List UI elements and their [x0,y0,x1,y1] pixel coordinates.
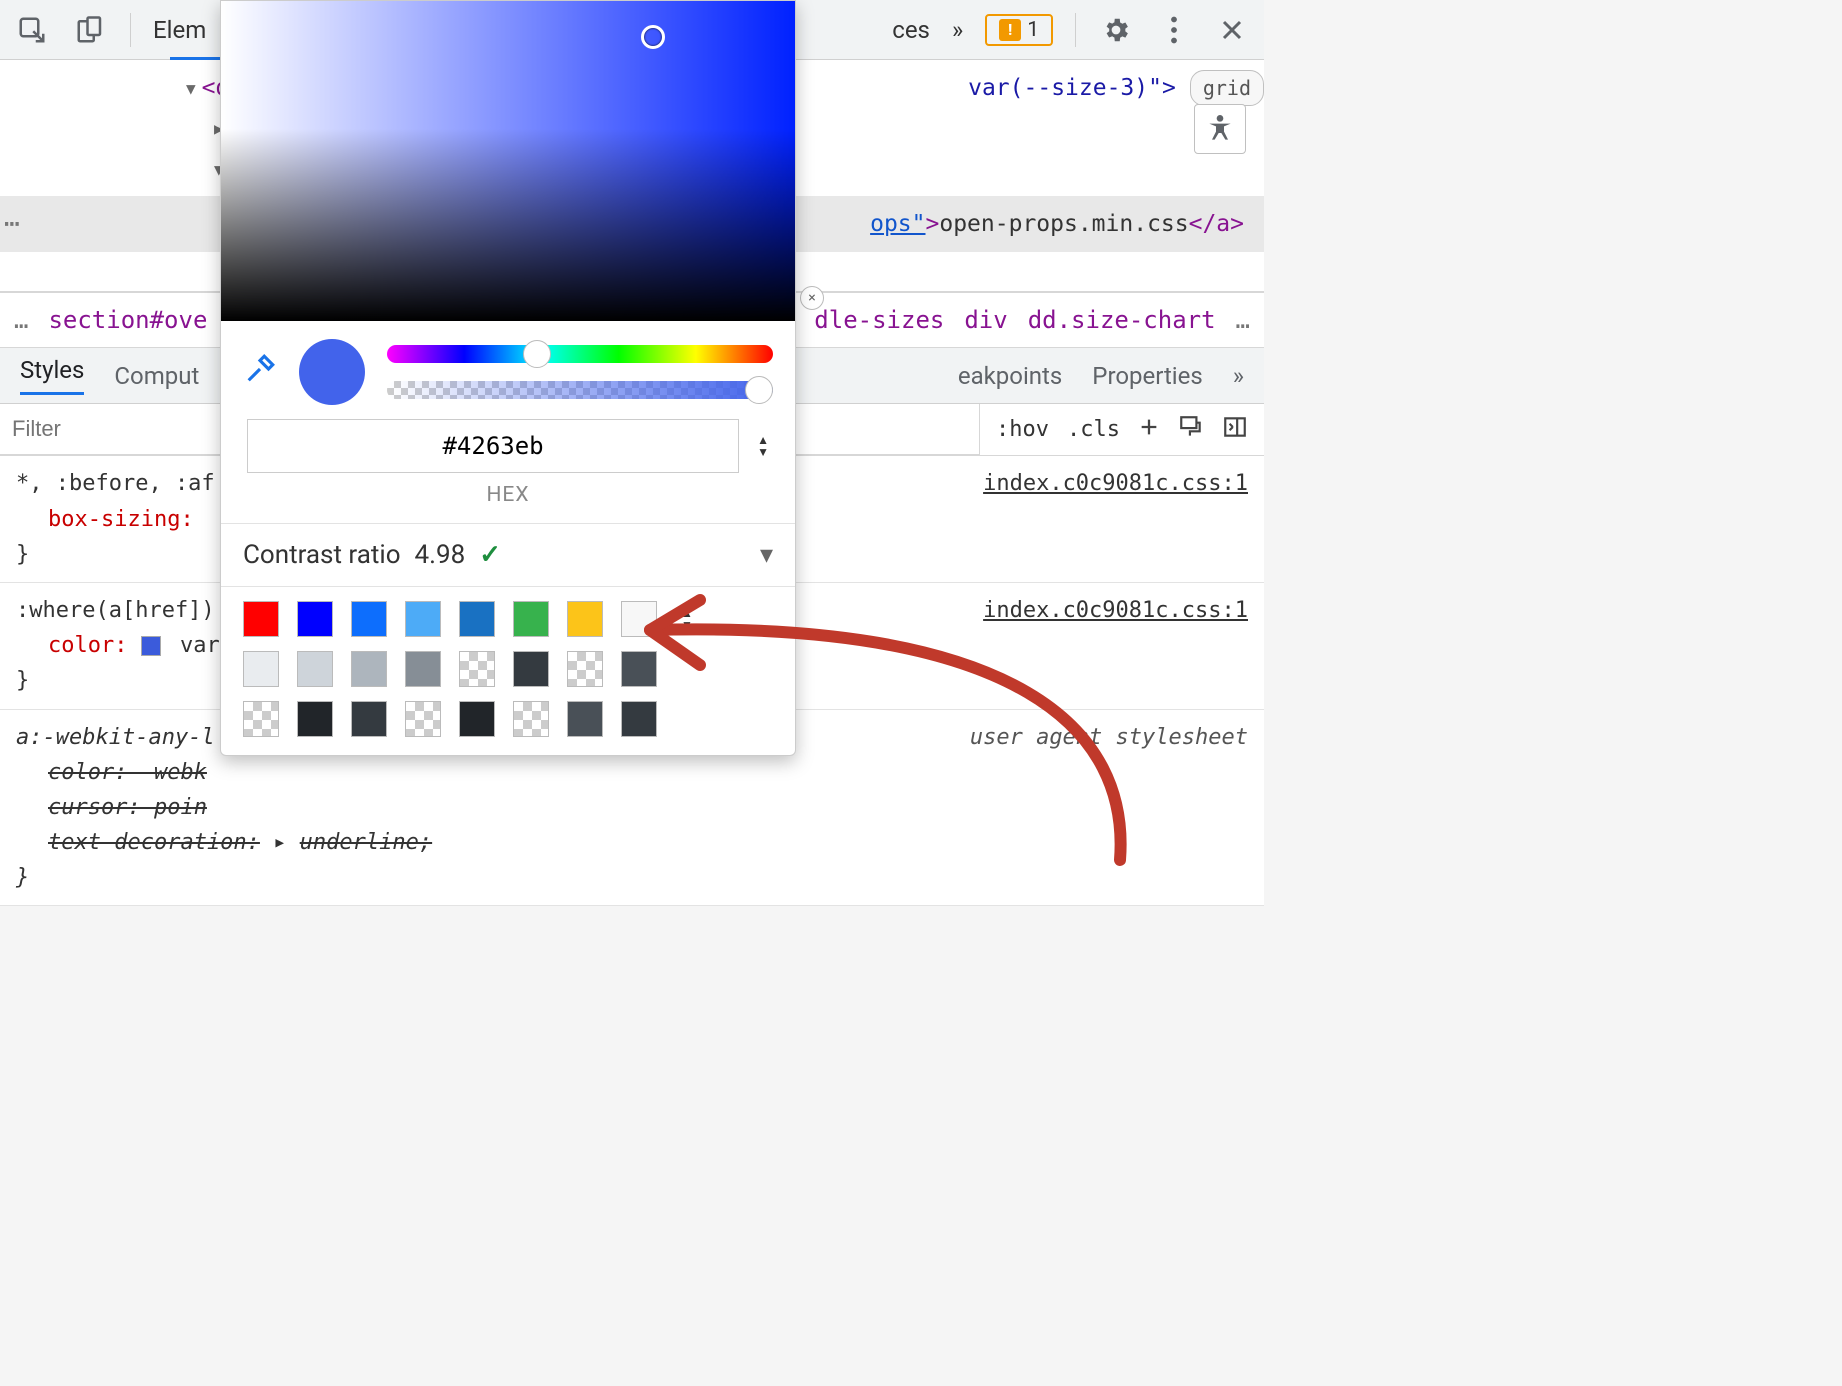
tabs-overflow[interactable]: » [952,16,963,44]
palette-swatch[interactable] [621,701,657,737]
shorthand-expand-icon[interactable]: ▸ [273,830,286,855]
contrast-label: Contrast ratio [243,540,401,570]
tab-elements[interactable]: Elem [153,16,206,44]
color-swatch-icon[interactable] [141,636,161,656]
palette-swatch[interactable] [405,601,441,637]
current-color-swatch [299,339,365,405]
overflow-dots: ⋯ [4,204,22,246]
cls-toggle[interactable]: .cls [1067,417,1120,442]
check-icon: ✓ [479,540,501,570]
kebab-menu-icon[interactable] [1156,12,1192,48]
dom-href-partial: ops" [870,206,925,243]
dom-text: open-props.min.css [939,206,1188,243]
swatch-row [243,651,773,687]
toolbar-divider [1075,13,1076,47]
rule-ua-label: user agent stylesheet [970,720,1248,755]
css-prop-value: underline; [300,830,432,855]
swatch-row [243,701,773,737]
palette-swatch[interactable] [351,701,387,737]
crumb-item[interactable]: div [964,306,1007,334]
hue-knob[interactable] [523,340,551,368]
issues-count: 1 [1027,18,1039,42]
palette-swatch[interactable] [459,701,495,737]
subtabs-overflow[interactable]: » [1233,362,1244,390]
color-value-input[interactable] [247,419,739,473]
palette-swatch[interactable] [513,701,549,737]
palette-swatch[interactable] [567,651,603,687]
inspect-icon[interactable] [14,12,50,48]
device-toggle-icon[interactable] [72,12,108,48]
paint-icon[interactable] [1178,414,1204,446]
palette-swatch[interactable] [459,651,495,687]
palette-swatch[interactable] [243,651,279,687]
palette-swatch[interactable] [567,601,603,637]
palette-swatch[interactable] [297,651,333,687]
css-prop-overridden: cursor: poin [48,790,1248,825]
dom-attr-value: var(--size-3)"> [968,70,1176,107]
warning-icon: ! [999,19,1021,41]
crumb-overflow-left[interactable]: … [14,306,28,334]
css-prop-value[interactable]: var [180,633,220,658]
dom-gt: > [926,206,940,243]
saturation-value-field[interactable] [221,1,795,321]
subtab-breakpoints[interactable]: eakpoints [958,362,1062,390]
close-icon[interactable] [1214,12,1250,48]
palette-swatch[interactable] [459,601,495,637]
alpha-slider[interactable] [387,381,773,399]
sv-handle[interactable] [641,25,665,49]
palette-swatch[interactable] [405,701,441,737]
palette-swatch[interactable] [297,601,333,637]
contrast-expand-icon[interactable]: ▾ [760,540,773,570]
swatch-row: ▲▼ [243,601,773,637]
settings-gear-icon[interactable] [1098,12,1134,48]
new-rule-plus-icon[interactable] [1138,416,1160,444]
css-prop-name[interactable]: color: [48,633,127,658]
crumb-item[interactable]: dle-sizes [814,306,944,334]
issues-badge[interactable]: ! 1 [985,14,1053,46]
subtab-computed[interactable]: Comput [114,362,199,390]
alpha-knob[interactable] [745,376,773,404]
css-prop-name: text-decoration: [48,830,260,855]
color-format-label: HEX [221,477,795,523]
palette-swatch[interactable] [513,651,549,687]
palette-swatch[interactable] [243,701,279,737]
close-pill-icon[interactable]: × [800,286,824,310]
subtab-properties[interactable]: Properties [1092,362,1202,390]
contrast-ratio-row[interactable]: Contrast ratio 4.98 ✓ ▾ [221,523,795,587]
palette-swatch[interactable] [297,701,333,737]
hue-slider[interactable] [387,345,773,363]
crumb-item[interactable]: dd.size-chart [1028,306,1216,334]
sidebar-toggle-icon[interactable] [1222,414,1248,446]
toolbar-divider [130,13,131,47]
palette-swatch[interactable] [621,651,657,687]
accessibility-button[interactable] [1194,104,1246,154]
palette-swatches: ▲▼ [221,587,795,755]
crumb-overflow-right[interactable]: … [1236,306,1250,334]
format-stepper[interactable]: ▲▼ [757,434,769,458]
palette-swatch[interactable] [243,601,279,637]
crumb-item[interactable]: section#ove [48,306,207,334]
grid-badge[interactable]: grid [1190,70,1264,106]
css-prop-overridden: color: -webk [48,755,1248,790]
palette-swatch[interactable] [621,601,657,637]
rule-source-link[interactable]: index.c0c9081c.css:1 [983,466,1248,501]
css-prop-name[interactable]: box-sizing: [48,507,194,532]
dom-close-tag: </a> [1189,206,1244,243]
palette-swatch[interactable] [351,601,387,637]
rule-source-link[interactable]: index.c0c9081c.css:1 [983,593,1248,628]
palette-stepper[interactable]: ▲▼ [681,607,693,631]
eyedropper-icon[interactable] [243,352,277,392]
contrast-value: 4.98 [415,540,466,570]
palette-swatch[interactable] [351,651,387,687]
hov-toggle[interactable]: :hov [996,417,1049,442]
expand-triangle-icon[interactable]: ▼ [186,76,196,102]
palette-swatch[interactable] [513,601,549,637]
color-picker-popup: ▲▼ HEX Contrast ratio 4.98 ✓ ▾ ▲▼ [220,0,796,756]
palette-swatch[interactable] [405,651,441,687]
subtab-styles[interactable]: Styles [20,356,84,395]
tab-sources-partial[interactable]: ces [892,16,930,44]
palette-swatch[interactable] [567,701,603,737]
